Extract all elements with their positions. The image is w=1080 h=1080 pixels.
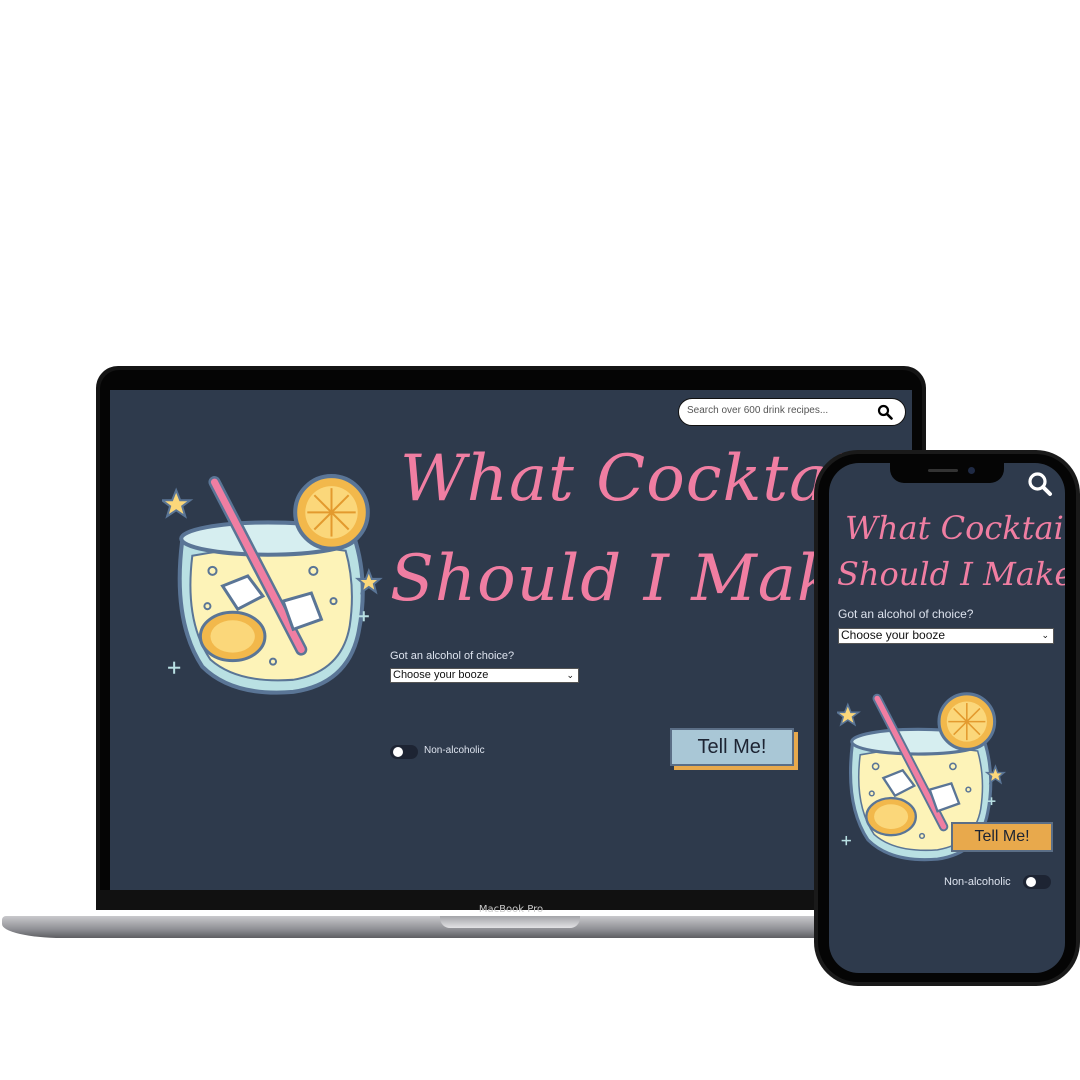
booze-select[interactable]: Choose your booze ⌄ (838, 628, 1054, 644)
alcohol-label: Got an alcohol of choice? (838, 607, 974, 621)
page-title-line1: What Cocktail (845, 509, 1065, 547)
non-alcoholic-toggle[interactable] (1023, 875, 1051, 889)
tell-me-button[interactable]: Tell Me! (670, 728, 794, 766)
search-input[interactable]: Search over 600 drink recipes... (687, 405, 828, 416)
booze-select[interactable]: Choose your booze ⌄ (390, 668, 579, 683)
non-alcoholic-label: Non-alcoholic (424, 745, 485, 756)
mobile-screen: What Cocktail Should I Make? Got an alco… (829, 463, 1065, 973)
search-icon[interactable] (1027, 471, 1053, 497)
desktop-screen: Search over 600 drink recipes... What Co… (110, 390, 912, 892)
tell-me-button[interactable]: Tell Me! (951, 822, 1053, 852)
page-title-line1: What Cocktail (400, 442, 872, 516)
laptop-brand-label: MacBook Pro (478, 904, 544, 915)
non-alcoholic-toggle[interactable] (390, 745, 418, 759)
alcohol-label: Got an alcohol of choice? (390, 650, 515, 662)
chevron-down-icon: ⌄ (1041, 630, 1049, 640)
booze-select-value: Choose your booze (393, 669, 489, 681)
cocktail-illustration (162, 470, 384, 702)
search-icon[interactable] (877, 404, 893, 420)
non-alcoholic-label: Non-alcoholic (944, 876, 1011, 888)
search-bar[interactable]: Search over 600 drink recipes... (678, 398, 906, 426)
booze-select-value: Choose your booze (841, 628, 946, 642)
laptop-notch (440, 916, 580, 928)
chevron-down-icon: ⌄ (566, 670, 574, 680)
phone-notch (890, 463, 1004, 483)
page-title-line2: Should I Make? (837, 555, 1065, 593)
